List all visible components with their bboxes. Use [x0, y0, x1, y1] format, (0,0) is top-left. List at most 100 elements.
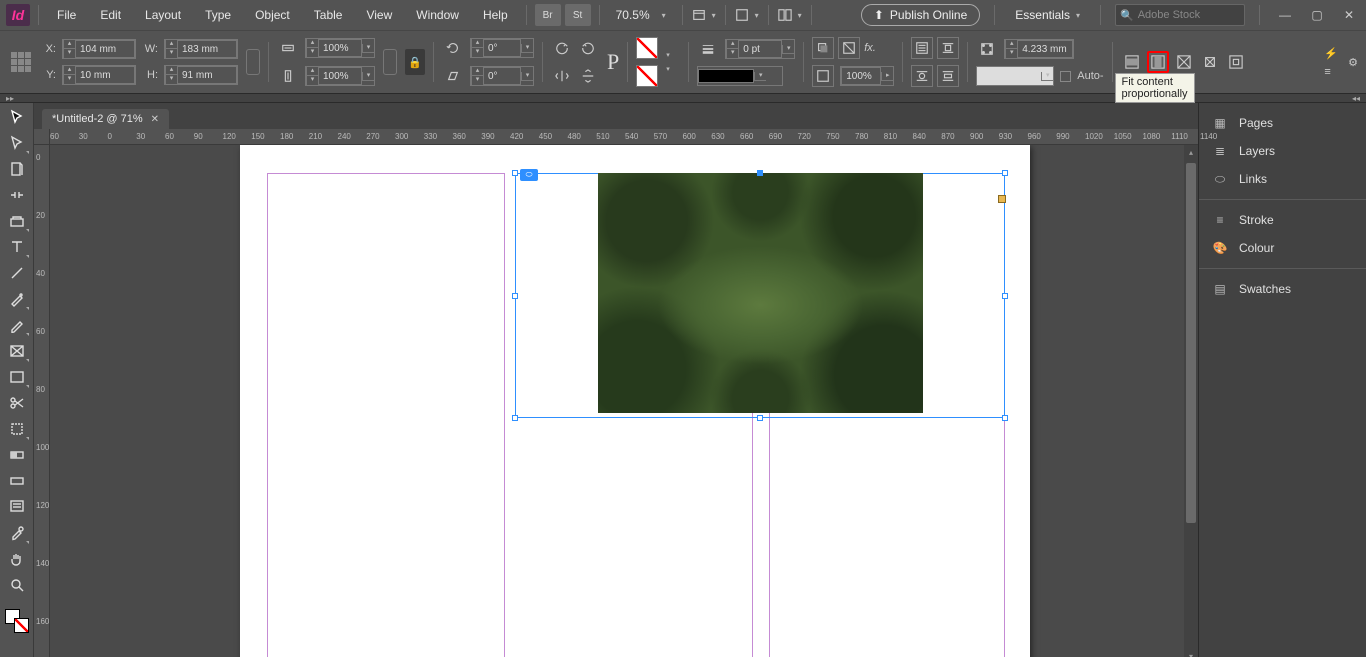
blend-mode-icon[interactable]: [812, 65, 834, 87]
line-tool[interactable]: [3, 261, 31, 285]
paragraph-style-icon[interactable]: P: [607, 49, 619, 75]
menu-layout[interactable]: Layout: [135, 0, 191, 30]
scale-y-input[interactable]: ▴▾100%▾: [305, 66, 375, 86]
constrain-wh-icon[interactable]: [246, 49, 260, 75]
rectangle-frame-tool[interactable]: [3, 339, 31, 363]
menu-view[interactable]: View: [356, 0, 402, 30]
scissors-tool[interactable]: [3, 391, 31, 415]
free-transform-tool[interactable]: [3, 417, 31, 441]
rectangle-tool[interactable]: [3, 365, 31, 389]
fit-frame-to-content-button[interactable]: [1199, 51, 1221, 73]
type-tool[interactable]: [3, 235, 31, 259]
vertical-ruler[interactable]: 020406080100120140160: [34, 145, 50, 657]
content-collector-tool[interactable]: [3, 209, 31, 233]
flip-h-icon[interactable]: [551, 65, 573, 87]
gradient-feather-tool[interactable]: [3, 469, 31, 493]
stock-button[interactable]: St: [565, 4, 591, 26]
fill-swatch[interactable]: [636, 37, 658, 59]
reference-point-grid[interactable]: [8, 49, 34, 75]
hand-tool[interactable]: [3, 547, 31, 571]
rotate-cw-icon[interactable]: [577, 37, 599, 59]
panel-pages[interactable]: ▦Pages: [1199, 109, 1366, 137]
text-wrap-none-icon[interactable]: [911, 37, 933, 59]
y-input[interactable]: ▴▾10 mm: [62, 65, 136, 85]
rotate-input[interactable]: ▴▾0°▾: [470, 38, 534, 58]
fit-content-to-frame-button[interactable]: [1173, 51, 1195, 73]
text-wrap-bounding-icon[interactable]: [937, 37, 959, 59]
corner-options-icon[interactable]: [976, 38, 998, 60]
adobe-stock-search[interactable]: 🔍 Adobe Stock: [1115, 4, 1245, 26]
gradient-swatch-tool[interactable]: [3, 443, 31, 467]
stroke-weight-input[interactable]: ▴▾0 pt▾: [725, 39, 795, 59]
eyedropper-tool[interactable]: [3, 521, 31, 545]
h-input[interactable]: ▴▾91 mm: [164, 65, 238, 85]
settings-gear-icon[interactable]: ⚙: [1348, 56, 1358, 69]
x-input[interactable]: ▴▾104 mm: [62, 39, 136, 59]
center-content-button[interactable]: [1225, 51, 1247, 73]
chain-lock-icon[interactable]: 🔒: [405, 49, 425, 75]
panel-colour[interactable]: 🎨Colour: [1199, 234, 1366, 262]
menu-window[interactable]: Window: [406, 0, 469, 30]
content-grabber[interactable]: [998, 195, 1006, 203]
menu-edit[interactable]: Edit: [90, 0, 131, 30]
arrange-documents-icon[interactable]: [777, 2, 803, 28]
auto-fit-checkbox[interactable]: [1060, 71, 1071, 82]
selection-tool[interactable]: [3, 105, 31, 129]
stroke-swatch[interactable]: [636, 65, 658, 87]
view-options-icon[interactable]: [691, 2, 717, 28]
zoom-level[interactable]: 70.5%: [608, 8, 674, 22]
document-tab[interactable]: *Untitled-2 @ 71% ✕: [42, 109, 169, 129]
corner-size-input[interactable]: ▴▾4.233 mm: [1004, 39, 1074, 59]
app-logo[interactable]: Id: [6, 4, 30, 26]
note-tool[interactable]: [3, 495, 31, 519]
corner-shape-input[interactable]: ▾: [976, 66, 1054, 86]
screen-mode-icon[interactable]: [734, 2, 760, 28]
fill-stroke-proxy[interactable]: [5, 609, 29, 633]
bridge-button[interactable]: Br: [535, 4, 561, 26]
window-close[interactable]: ✕: [1338, 5, 1360, 25]
menu-flyout-icon[interactable]: ≡: [1324, 66, 1338, 78]
pen-tool[interactable]: [3, 287, 31, 311]
rotate-ccw-icon[interactable]: [551, 37, 573, 59]
placed-image[interactable]: [598, 173, 923, 413]
menu-type[interactable]: Type: [195, 0, 241, 30]
w-input[interactable]: ▴▾183 mm: [164, 39, 238, 59]
window-maximize[interactable]: ▢: [1306, 5, 1328, 25]
panel-links[interactable]: ⬭Links: [1199, 165, 1366, 193]
horizontal-ruler[interactable]: 6030030609012015018021024027030033036039…: [50, 129, 1198, 145]
panel-swatches[interactable]: ▤Swatches: [1199, 275, 1366, 303]
panel-stroke[interactable]: ≡Stroke: [1199, 206, 1366, 234]
zoom-tool[interactable]: [3, 573, 31, 597]
window-minimize[interactable]: —: [1274, 5, 1296, 25]
ruler-origin[interactable]: [34, 129, 50, 145]
vertical-scrollbar[interactable]: ▴ ▾: [1184, 145, 1198, 657]
pencil-tool[interactable]: [3, 313, 31, 337]
stroke-style-input[interactable]: ▾: [697, 66, 783, 86]
opacity-input[interactable]: 100%▸: [840, 66, 894, 86]
pasteboard[interactable]: ⬭: [50, 145, 1184, 657]
page-tool[interactable]: [3, 157, 31, 181]
drop-shadow-icon[interactable]: [812, 37, 834, 59]
effects-button[interactable]: fx.: [864, 42, 876, 54]
menu-table[interactable]: Table: [304, 0, 353, 30]
close-tab-icon[interactable]: ✕: [151, 114, 159, 125]
constrain-scale-icon[interactable]: [383, 49, 397, 75]
text-wrap-shape-icon[interactable]: [911, 65, 933, 87]
flip-v-icon[interactable]: [577, 65, 599, 87]
shear-input[interactable]: ▴▾0°▾: [470, 66, 534, 86]
fit-content-proportionally-button[interactable]: [1147, 51, 1169, 73]
link-badge-icon[interactable]: ⬭: [520, 169, 538, 181]
panel-layers[interactable]: ≣Layers: [1199, 137, 1366, 165]
opacity-icon[interactable]: [838, 37, 860, 59]
menu-object[interactable]: Object: [245, 0, 300, 30]
direct-selection-tool[interactable]: [3, 131, 31, 155]
menu-help[interactable]: Help: [473, 0, 518, 30]
quick-apply-icon[interactable]: ⚡: [1324, 47, 1338, 60]
workspace-switcher[interactable]: Essentials: [1009, 4, 1086, 26]
menu-file[interactable]: File: [47, 0, 86, 30]
fill-frame-proportionally-button[interactable]: [1121, 51, 1143, 73]
text-wrap-jump-icon[interactable]: [937, 65, 959, 87]
scale-x-input[interactable]: ▴▾100%▾: [305, 38, 375, 58]
gap-tool[interactable]: [3, 183, 31, 207]
publish-online-button[interactable]: ⬆ Publish Online: [861, 4, 980, 26]
